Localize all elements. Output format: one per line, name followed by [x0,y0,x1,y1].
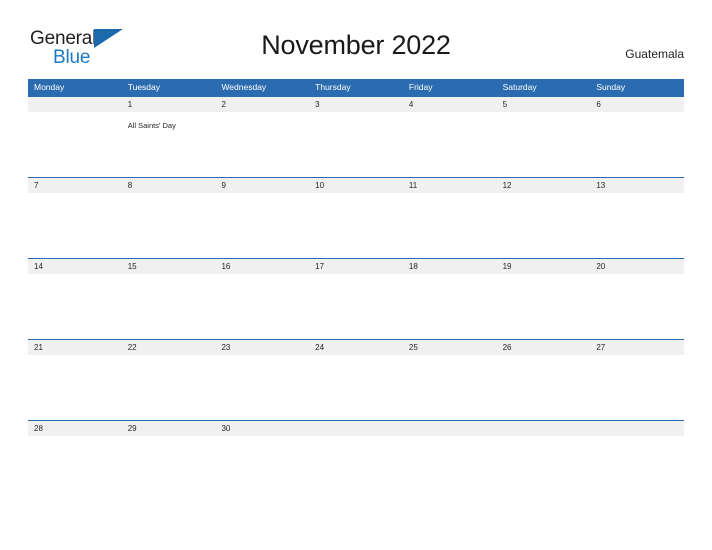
day-event-cell[interactable] [403,193,497,257]
week-events-band [28,436,684,500]
day-event-cell[interactable] [309,436,403,500]
week-events-band [28,193,684,257]
day-number-cell[interactable]: 23 [215,340,309,355]
day-number-cell[interactable] [28,97,122,112]
day-number-cell[interactable]: 24 [309,340,403,355]
day-number-cell[interactable]: 30 [215,421,309,436]
day-event-cell[interactable] [309,274,403,338]
day-event-cell[interactable] [590,193,684,257]
week-events-band [28,274,684,338]
week-events-band: All Saints' Day [28,112,684,176]
day-event-cell[interactable] [215,112,309,176]
day-number-cell[interactable]: 6 [590,97,684,112]
day-event-cell[interactable] [403,355,497,419]
day-number-cell[interactable]: 1 [122,97,216,112]
day-number-cell[interactable]: 21 [28,340,122,355]
day-number-cell[interactable]: 29 [122,421,216,436]
calendar-week-row: 7 8 9 10 11 12 13 [28,177,684,258]
weekday-header-wednesday: Wednesday [221,82,267,92]
day-number-cell[interactable]: 18 [403,259,497,274]
day-event-cell[interactable] [590,112,684,176]
day-event-cell[interactable] [215,355,309,419]
day-number-cell[interactable]: 7 [28,178,122,193]
day-number-cell[interactable]: 4 [403,97,497,112]
day-event-cell[interactable] [28,112,122,176]
day-number-cell[interactable] [403,421,497,436]
day-event-cell[interactable] [590,355,684,419]
calendar-week-row: 14 15 16 17 18 19 20 [28,258,684,339]
day-number-cell[interactable]: 10 [309,178,403,193]
day-event-cell[interactable] [28,193,122,257]
week-date-band: 21 22 23 24 25 26 27 [28,340,684,355]
day-event-cell[interactable] [497,193,591,257]
day-number-cell[interactable]: 14 [28,259,122,274]
day-event-cell[interactable] [122,355,216,419]
day-event-cell[interactable]: All Saints' Day [122,112,216,176]
weekday-header-tuesday: Tuesday [127,82,161,92]
week-events-band [28,355,684,419]
weekday-header-thursday: Thursday [315,82,351,92]
day-event-cell[interactable] [403,274,497,338]
day-number-cell[interactable] [590,421,684,436]
weekday-header-row: Monday Tuesday Wednesday Thursday Friday… [28,79,684,96]
weekday-header-friday: Friday [408,82,433,92]
day-event-cell[interactable] [28,274,122,338]
day-number-cell[interactable]: 9 [215,178,309,193]
calendar-week-row: 21 22 23 24 25 26 27 [28,339,684,420]
day-event-cell[interactable] [309,112,403,176]
calendar-week-row: 1 2 3 4 5 6 All Saints' Day [28,96,684,177]
day-number-cell[interactable]: 28 [28,421,122,436]
day-number-cell[interactable]: 19 [497,259,591,274]
day-number-cell[interactable] [497,421,591,436]
day-event-cell[interactable] [122,274,216,338]
day-number-cell[interactable]: 20 [590,259,684,274]
day-event-cell[interactable] [497,274,591,338]
day-event-cell[interactable] [403,112,497,176]
week-date-band: 28 29 30 [28,421,684,436]
page-header: General Blue November 2022 Guatemala [0,0,712,78]
day-event-cell[interactable] [215,436,309,500]
day-number-cell[interactable]: 25 [403,340,497,355]
day-event-cell[interactable] [497,112,591,176]
day-number-cell[interactable]: 16 [215,259,309,274]
day-number-cell[interactable]: 12 [497,178,591,193]
weekday-header-saturday: Saturday [502,82,537,92]
day-event-cell[interactable] [590,274,684,338]
day-event-cell[interactable] [309,355,403,419]
day-number-cell[interactable]: 26 [497,340,591,355]
event-label: All Saints' Day [127,121,176,130]
day-number-cell[interactable]: 5 [497,97,591,112]
calendar-week-row: 28 29 30 [28,420,684,501]
day-event-cell[interactable] [215,274,309,338]
day-number-cell[interactable]: 15 [122,259,216,274]
day-event-cell[interactable] [28,436,122,500]
page-title: November 2022 [261,30,451,60]
country-label: Guatemala [625,47,684,61]
day-number-cell[interactable]: 2 [215,97,309,112]
day-number-cell[interactable]: 3 [309,97,403,112]
day-event-cell[interactable] [28,355,122,419]
day-event-cell[interactable] [497,355,591,419]
day-number-cell[interactable]: 22 [122,340,216,355]
day-event-cell[interactable] [215,193,309,257]
day-number-cell[interactable]: 13 [590,178,684,193]
day-event-cell[interactable] [497,436,591,500]
weekday-header-monday: Monday [34,82,65,92]
weekday-header-sunday: Sunday [596,82,626,92]
day-event-cell[interactable] [309,193,403,257]
day-number-cell[interactable]: 8 [122,178,216,193]
day-number-cell[interactable]: 27 [590,340,684,355]
day-event-cell[interactable] [122,193,216,257]
week-date-band: 7 8 9 10 11 12 13 [28,178,684,193]
day-number-cell[interactable]: 11 [403,178,497,193]
day-number-cell[interactable]: 17 [309,259,403,274]
day-event-cell[interactable] [122,436,216,500]
calendar-grid: Monday Tuesday Wednesday Thursday Friday… [28,79,684,501]
day-number-cell[interactable] [309,421,403,436]
day-event-cell[interactable] [403,436,497,500]
week-date-band: 14 15 16 17 18 19 20 [28,259,684,274]
week-date-band: 1 2 3 4 5 6 [28,97,684,112]
day-event-cell[interactable] [590,436,684,500]
